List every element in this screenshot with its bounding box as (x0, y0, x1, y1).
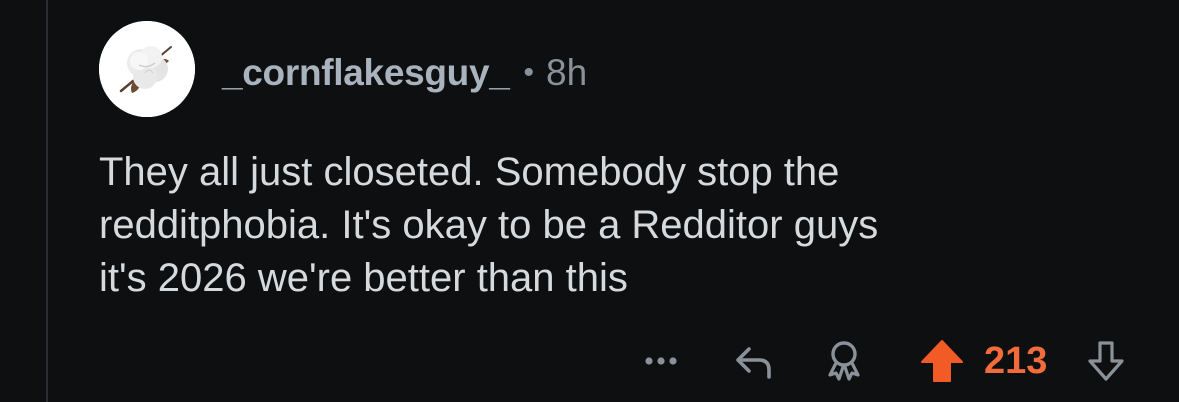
award-icon (828, 341, 860, 381)
cotton-boll-icon (99, 21, 195, 117)
upvote-arrow-icon (921, 340, 963, 382)
avatar[interactable] (99, 21, 195, 117)
downvote-arrow-icon (1088, 341, 1124, 381)
ellipsis-icon (645, 357, 677, 365)
vote-score: 213 (984, 340, 1048, 382)
comment-actions: 213 (0, 333, 1179, 389)
comment-meta: _cornflakesguy_ • 8h (222, 50, 587, 96)
timestamp: 8h (546, 52, 588, 93)
meta-separator: • (523, 56, 535, 89)
upvote-button[interactable] (914, 333, 970, 389)
comment-text: They all just closeted. Somebody stop th… (99, 150, 879, 300)
award-button[interactable] (818, 333, 870, 389)
reply-button[interactable] (728, 333, 780, 389)
username-link[interactable]: _cornflakesguy_ (222, 52, 510, 94)
more-options-button[interactable] (636, 333, 686, 389)
downvote-button[interactable] (1080, 333, 1132, 389)
reply-arrow-icon (736, 347, 771, 379)
